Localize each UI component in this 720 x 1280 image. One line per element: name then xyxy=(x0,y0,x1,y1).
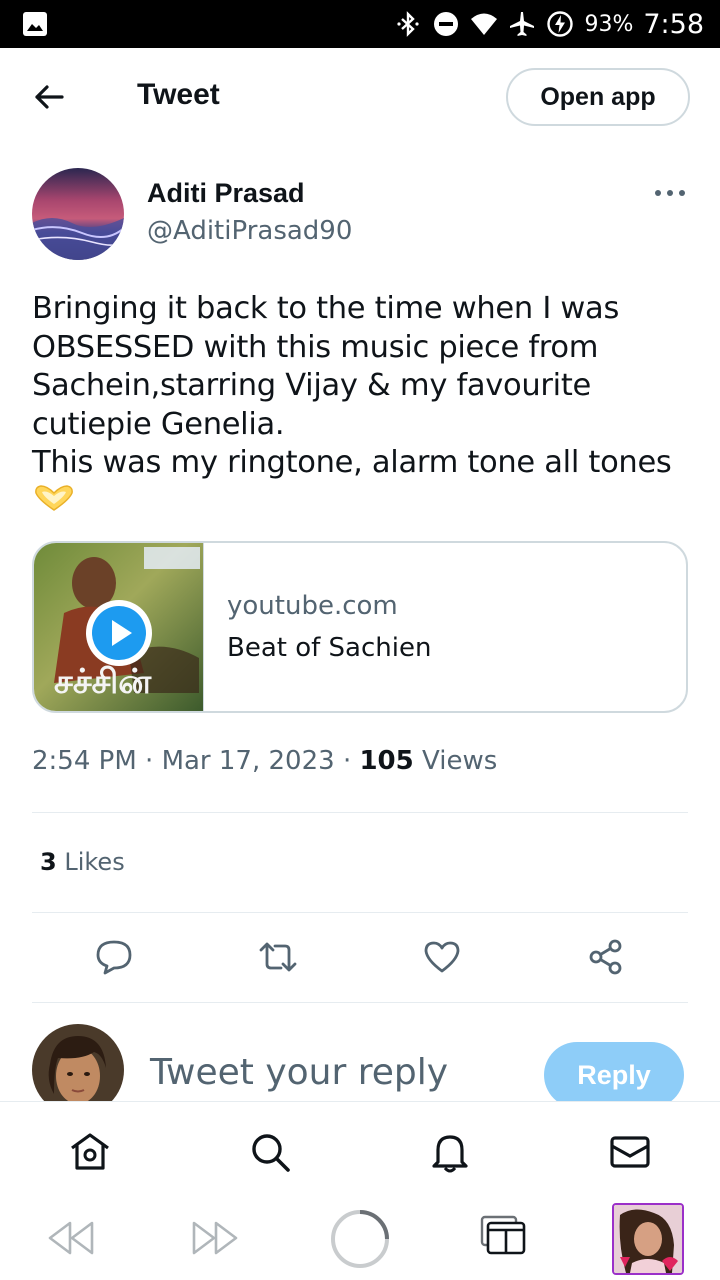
tabs-icon[interactable] xyxy=(478,1213,528,1257)
reply-input[interactable]: Tweet your reply xyxy=(150,1052,448,1093)
views-count: 105 xyxy=(359,746,414,776)
like-heart-icon[interactable] xyxy=(423,938,461,976)
do-not-disturb-icon xyxy=(434,12,459,36)
status-bar: 93% 7:58 xyxy=(0,0,720,48)
video-thumbnail[interactable]: சச்சின் xyxy=(34,543,204,711)
author-name[interactable]: Aditi Prasad xyxy=(147,178,305,209)
messages-envelope-icon[interactable] xyxy=(608,1130,652,1174)
divider xyxy=(32,1002,688,1003)
search-icon[interactable] xyxy=(248,1130,292,1174)
wifi-icon xyxy=(471,13,498,35)
airplane-mode-icon xyxy=(510,12,535,36)
likes-label: Likes xyxy=(64,848,125,876)
top-bar: Tweet Open app xyxy=(0,48,720,146)
views-label: Views xyxy=(422,746,498,776)
current-tab-thumbnail[interactable] xyxy=(612,1203,684,1275)
more-options-icon[interactable] xyxy=(652,183,688,203)
heart-hands-emoji-icon xyxy=(35,485,73,511)
open-app-button[interactable]: Open app xyxy=(506,68,690,126)
card-domain: youtube.com xyxy=(227,591,398,621)
divider xyxy=(32,912,688,913)
tweet-time[interactable]: 2:54 PM xyxy=(32,746,137,776)
avatar-image xyxy=(32,168,124,260)
page-title: Tweet xyxy=(137,78,220,111)
battery-charging-icon xyxy=(547,11,574,37)
bottom-navigation xyxy=(0,1101,720,1195)
browser-toolbar xyxy=(0,1195,720,1280)
gallery-notification-icon xyxy=(23,12,47,36)
author-handle[interactable]: @AditiPrasad90 xyxy=(147,216,352,246)
battery-percent: 93% xyxy=(584,11,634,37)
tweet-date[interactable]: Mar 17, 2023 xyxy=(162,746,335,776)
bluetooth-icon xyxy=(397,11,420,37)
play-icon[interactable] xyxy=(84,598,154,668)
notifications-bell-icon[interactable] xyxy=(428,1130,472,1174)
loading-spinner-icon[interactable] xyxy=(330,1209,390,1269)
reply-button[interactable]: Reply xyxy=(544,1042,684,1108)
divider xyxy=(32,812,688,813)
share-icon[interactable] xyxy=(587,938,625,976)
reply-icon[interactable] xyxy=(95,938,133,976)
author-avatar[interactable] xyxy=(32,168,124,260)
likes-count: 3 xyxy=(40,848,57,876)
clock: 7:58 xyxy=(643,8,704,40)
home-icon[interactable] xyxy=(68,1130,112,1174)
retweet-icon[interactable] xyxy=(259,938,297,976)
rewind-icon[interactable] xyxy=(46,1219,96,1257)
back-arrow-icon[interactable] xyxy=(30,78,68,116)
tweet-text: Bringing it back to the time when I was … xyxy=(32,291,672,480)
card-title: Beat of Sachien xyxy=(227,633,432,663)
likes-summary[interactable]: 3 Likes xyxy=(40,848,125,876)
fast-forward-icon[interactable] xyxy=(190,1219,240,1257)
link-card[interactable]: சச்சின் youtube.com Beat of Sachien xyxy=(32,541,688,713)
tweet-meta: 2:54 PM · Mar 17, 2023 · 105 Views xyxy=(32,746,498,776)
svg-text:சச்சின்: சச்சின் xyxy=(54,662,152,702)
